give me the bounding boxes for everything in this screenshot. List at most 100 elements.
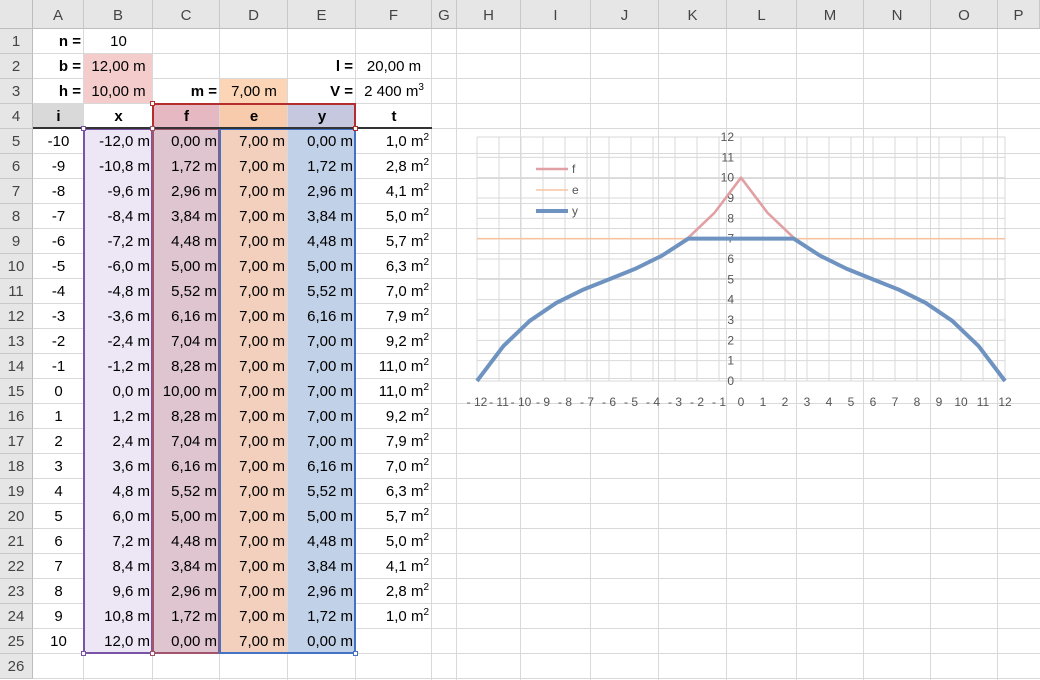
row-header-1[interactable]: 1: [0, 29, 33, 54]
resize-handle[interactable]: [150, 651, 155, 656]
h-label[interactable]: h =: [33, 79, 84, 104]
row-header-9[interactable]: 9: [0, 229, 33, 254]
row-header-25[interactable]: 25: [0, 629, 33, 654]
cell-i-0[interactable]: 0: [33, 379, 84, 404]
column-header-j[interactable]: J: [591, 0, 659, 29]
row-header-19[interactable]: 19: [0, 479, 33, 504]
column-header-n[interactable]: N: [864, 0, 931, 29]
row-header-6[interactable]: 6: [0, 154, 33, 179]
resize-handle[interactable]: [150, 101, 155, 106]
row-header-5[interactable]: 5: [0, 129, 33, 154]
resize-handle[interactable]: [150, 126, 155, 131]
m-value[interactable]: 7,00 m: [220, 79, 288, 104]
cell-i-6[interactable]: 6: [33, 529, 84, 554]
cell-t--2[interactable]: 9,2 m2: [356, 329, 432, 354]
b-value[interactable]: 12,00 m: [84, 54, 153, 79]
row-header-22[interactable]: 22: [0, 554, 33, 579]
column-header-l[interactable]: L: [727, 0, 797, 29]
row-header-13[interactable]: 13: [0, 329, 33, 354]
cell-i-4[interactable]: 4: [33, 479, 84, 504]
cell-t--4[interactable]: 7,0 m2: [356, 279, 432, 304]
column-header-o[interactable]: O: [931, 0, 998, 29]
cell-t-0[interactable]: 11,0 m2: [356, 379, 432, 404]
column-header-m[interactable]: M: [797, 0, 864, 29]
cell-t-4[interactable]: 6,3 m2: [356, 479, 432, 504]
cell-i-8[interactable]: 8: [33, 579, 84, 604]
cell-t--9[interactable]: 2,8 m2: [356, 154, 432, 179]
header-x[interactable]: x: [84, 104, 153, 129]
row-header-21[interactable]: 21: [0, 529, 33, 554]
row-header-14[interactable]: 14: [0, 354, 33, 379]
cell-t-6[interactable]: 5,0 m2: [356, 529, 432, 554]
cell-i-1[interactable]: 1: [33, 404, 84, 429]
cell-i-3[interactable]: 3: [33, 454, 84, 479]
h-value[interactable]: 10,00 m: [84, 79, 153, 104]
row-header-26[interactable]: 26: [0, 654, 33, 679]
row-header-24[interactable]: 24: [0, 604, 33, 629]
resize-handle[interactable]: [353, 126, 358, 131]
row-header-23[interactable]: 23: [0, 579, 33, 604]
column-header-h[interactable]: H: [457, 0, 521, 29]
row-header-10[interactable]: 10: [0, 254, 33, 279]
cell-i--6[interactable]: -6: [33, 229, 84, 254]
column-header-g[interactable]: G: [432, 0, 457, 29]
row-header-18[interactable]: 18: [0, 454, 33, 479]
cell-i--8[interactable]: -8: [33, 179, 84, 204]
column-header-a[interactable]: A: [33, 0, 84, 29]
row-header-12[interactable]: 12: [0, 304, 33, 329]
cell-i--10[interactable]: -10: [33, 129, 84, 154]
cell-t--5[interactable]: 6,3 m2: [356, 254, 432, 279]
cell-t-1[interactable]: 9,2 m2: [356, 404, 432, 429]
select-all-corner[interactable]: [0, 0, 33, 29]
resize-handle[interactable]: [81, 126, 86, 131]
spreadsheet[interactable]: ABCDEFGHIJKLMNOP 1 2 3 4 5 6 7 8 9 10 11 12 13 14 15 16…: [0, 0, 1040, 680]
V-label[interactable]: V =: [288, 79, 356, 104]
cell-t--1[interactable]: 11,0 m2: [356, 354, 432, 379]
column-header-c[interactable]: C: [153, 0, 220, 29]
line-chart[interactable]: 0123456789101112- 12- 11- 10- 9- 8- 7- 6…: [460, 129, 1020, 409]
cell-t--3[interactable]: 7,9 m2: [356, 304, 432, 329]
V-value[interactable]: 2 400 m3: [356, 79, 432, 104]
cell-i--5[interactable]: -5: [33, 254, 84, 279]
cell-t-8[interactable]: 2,8 m2: [356, 579, 432, 604]
row-header-2[interactable]: 2: [0, 54, 33, 79]
cell-i--9[interactable]: -9: [33, 154, 84, 179]
column-header-p[interactable]: P: [998, 0, 1040, 29]
cell-i-9[interactable]: 9: [33, 604, 84, 629]
resize-handle[interactable]: [353, 651, 358, 656]
row-header-3[interactable]: 3: [0, 79, 33, 104]
cell-t--7[interactable]: 5,0 m2: [356, 204, 432, 229]
n-value[interactable]: 10: [84, 29, 153, 54]
cell-t-3[interactable]: 7,0 m2: [356, 454, 432, 479]
l-value[interactable]: 20,00 m: [356, 54, 432, 79]
cell-t-7[interactable]: 4,1 m2: [356, 554, 432, 579]
column-header-b[interactable]: B: [84, 0, 153, 29]
cell-i--4[interactable]: -4: [33, 279, 84, 304]
row-header-17[interactable]: 17: [0, 429, 33, 454]
column-header-f[interactable]: F: [356, 0, 432, 29]
cell-t-2[interactable]: 7,9 m2: [356, 429, 432, 454]
cell-i-7[interactable]: 7: [33, 554, 84, 579]
column-header-d[interactable]: D: [220, 0, 288, 29]
cell-t--10[interactable]: 1,0 m2: [356, 129, 432, 154]
cell-t--6[interactable]: 5,7 m2: [356, 229, 432, 254]
n-label[interactable]: n =: [33, 29, 84, 54]
column-header-e[interactable]: E: [288, 0, 356, 29]
cell-t--8[interactable]: 4,1 m2: [356, 179, 432, 204]
cell-i-10[interactable]: 10: [33, 629, 84, 654]
row-header-8[interactable]: 8: [0, 204, 33, 229]
cell-i-2[interactable]: 2: [33, 429, 84, 454]
row-header-15[interactable]: 15: [0, 379, 33, 404]
column-header-i[interactable]: I: [521, 0, 591, 29]
row-header-11[interactable]: 11: [0, 279, 33, 304]
cell-t-9[interactable]: 1,0 m2: [356, 604, 432, 629]
row-header-20[interactable]: 20: [0, 504, 33, 529]
row-header-7[interactable]: 7: [0, 179, 33, 204]
cell-i--3[interactable]: -3: [33, 304, 84, 329]
cell-i--7[interactable]: -7: [33, 204, 84, 229]
header-i[interactable]: i: [33, 104, 84, 129]
resize-handle[interactable]: [81, 651, 86, 656]
row-header-16[interactable]: 16: [0, 404, 33, 429]
cell-i--2[interactable]: -2: [33, 329, 84, 354]
cell-t-5[interactable]: 5,7 m2: [356, 504, 432, 529]
